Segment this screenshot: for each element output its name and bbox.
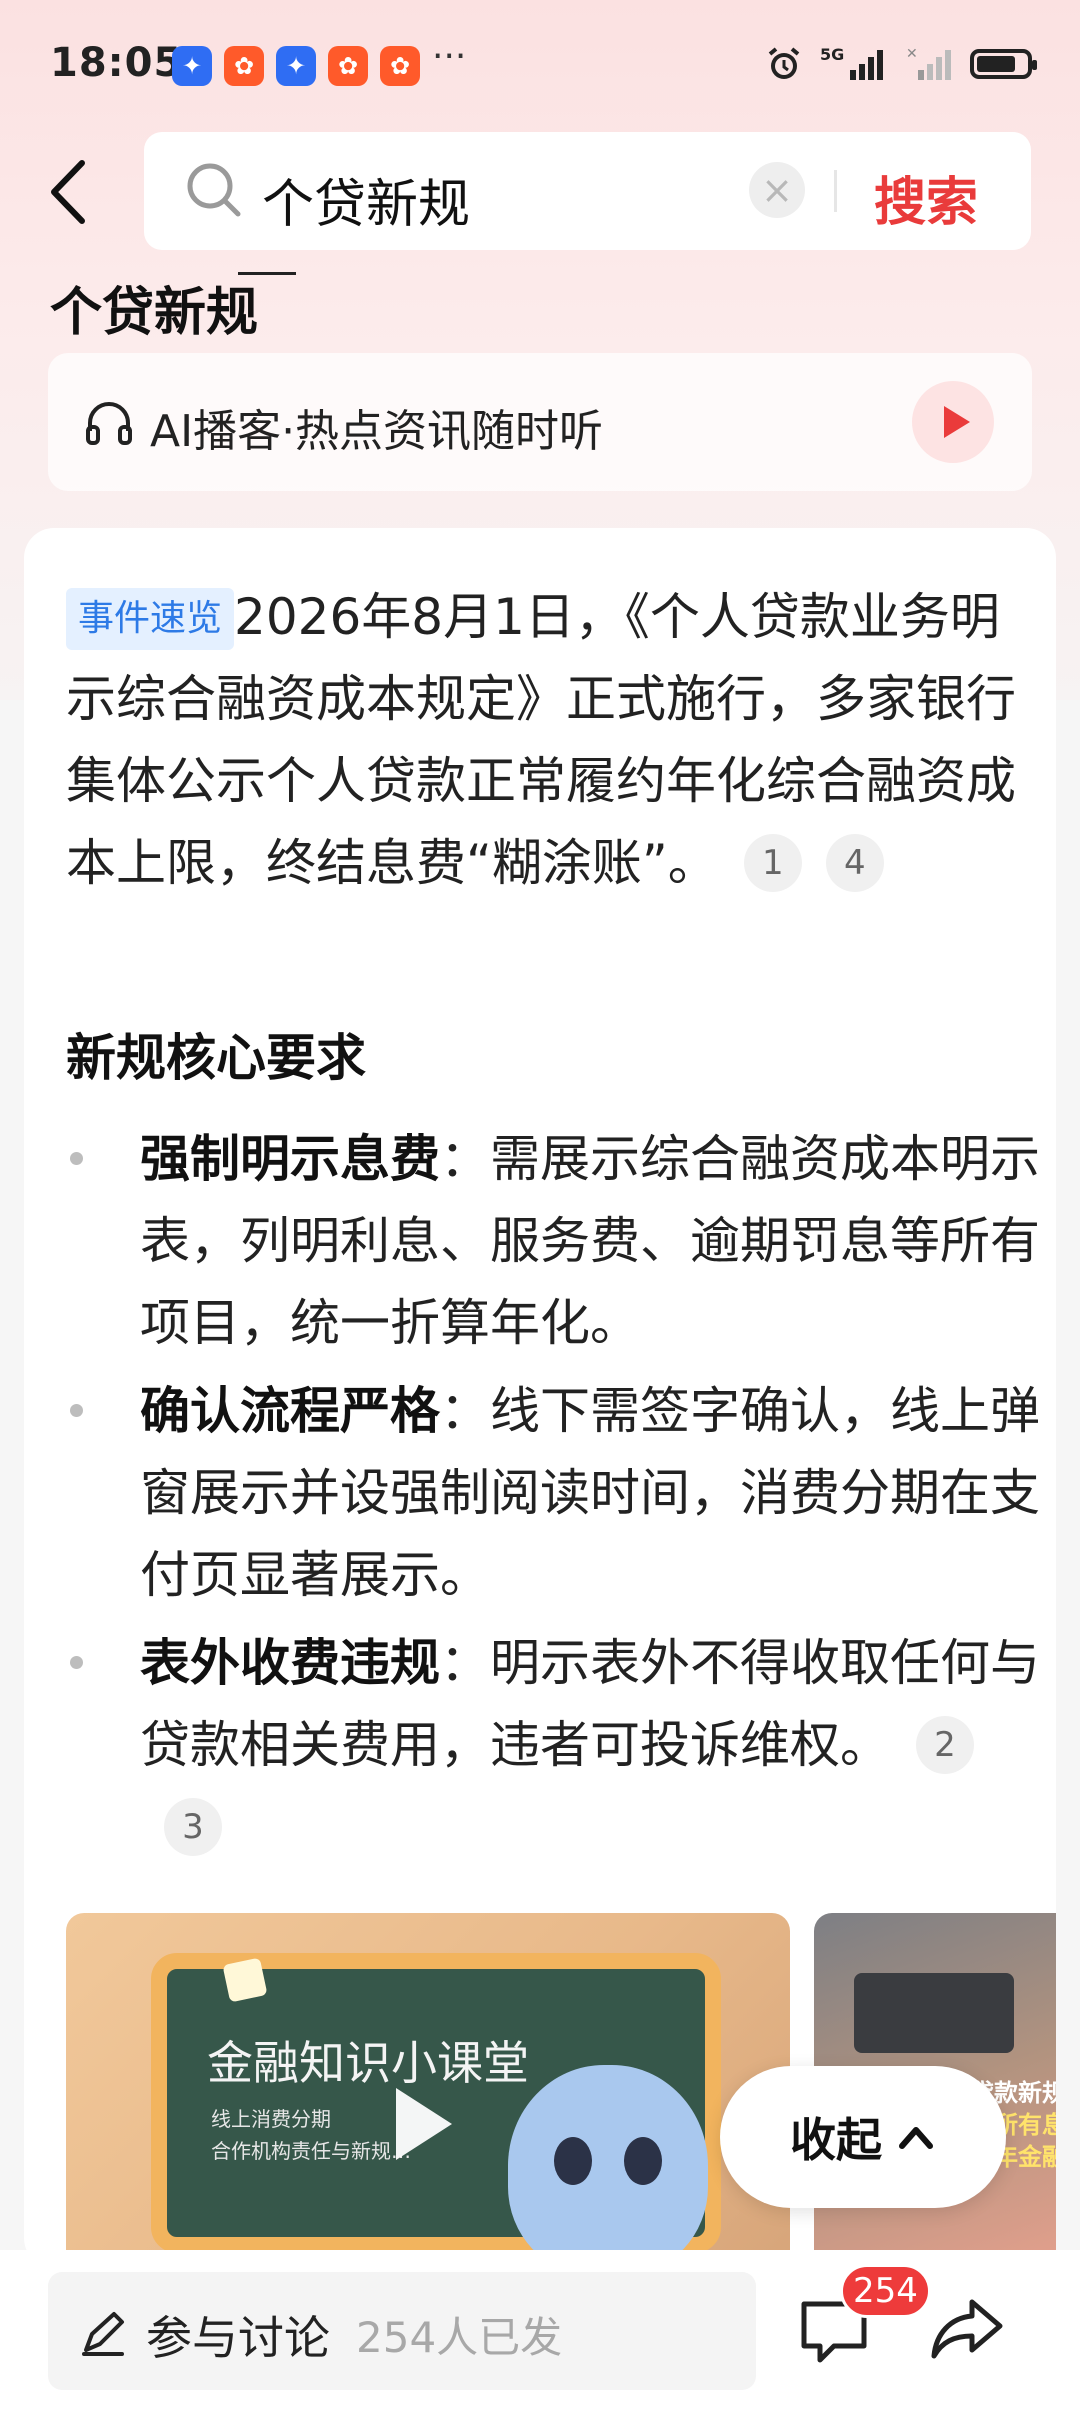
event-overview-tag: 事件速览 xyxy=(66,588,235,650)
status-time: 18:05 xyxy=(50,40,183,86)
item-separator: ： xyxy=(440,1634,490,1692)
item-title: 确认流程严格 xyxy=(140,1382,440,1440)
svg-text:✕: ✕ xyxy=(906,46,918,62)
video-title: 金融知识小课堂 xyxy=(207,2036,529,2090)
bottom-action-bar: 参与讨论 254人已发 254 xyxy=(0,2250,1080,2412)
comment-count-badge: 254 xyxy=(840,2264,931,2318)
svg-text:5G: 5G xyxy=(820,45,844,64)
citation-badge[interactable]: 3 xyxy=(164,1798,222,1856)
battery-level xyxy=(977,56,1015,72)
back-button[interactable] xyxy=(40,155,100,229)
search-bar[interactable]: 个贷新规 × 搜索 xyxy=(144,132,1031,250)
ai-podcast-label: AI播客·热点资讯随时听 xyxy=(150,406,604,457)
search-button[interactable]: 搜索 xyxy=(874,160,978,235)
headphones-icon xyxy=(86,402,132,445)
list-item: 表外收费违规：明示表外不得收取任何与贷款相关费用，违者可投诉维权。 23 xyxy=(66,1622,1041,1868)
item-title: 强制明示息费 xyxy=(140,1130,440,1188)
smiley-sticker-icon xyxy=(222,1957,268,2003)
discuss-label: 参与讨论 xyxy=(146,2311,330,2365)
mascot-eye xyxy=(554,2137,592,2185)
chevron-up-icon xyxy=(899,2127,933,2149)
battery-icon xyxy=(970,49,1037,79)
item-separator: ： xyxy=(440,1382,490,1440)
requirements-list: 强制明示息费：需展示综合融资成本明示表，列明利息、服务费、逾期罚息等所有项目，统… xyxy=(66,1118,1041,1874)
app-orange-icon: ✿ xyxy=(380,46,420,86)
cash-counter-illustration xyxy=(854,1973,1014,2053)
share-icon[interactable] xyxy=(930,2294,1006,2364)
title-underline xyxy=(238,272,296,275)
join-discussion-input[interactable]: 参与讨论 254人已发 xyxy=(48,2272,756,2390)
collapse-label: 收起 xyxy=(790,2113,882,2167)
search-icon xyxy=(187,163,241,217)
clear-search-button[interactable]: × xyxy=(749,162,805,218)
notification-app-icons: ✦ ✿ ✦ ✿ ✿ xyxy=(172,46,420,86)
item-separator: ： xyxy=(440,1130,490,1188)
section-heading: 新规核心要求 xyxy=(66,1029,366,1087)
signal-weak-icon: ✕ xyxy=(906,46,951,80)
citation-badge[interactable]: 4 xyxy=(825,834,884,892)
citation-badge[interactable]: 1 xyxy=(743,834,802,892)
list-item: 强制明示息费：需展示综合融资成本明示表，列明利息、服务费、逾期罚息等所有项目，统… xyxy=(66,1118,1041,1364)
video-subtitle: 合作机构责任与新规… xyxy=(211,2139,411,2163)
more-notifications-icon: ··· xyxy=(432,36,467,77)
page-title: 个贷新规 xyxy=(50,283,259,343)
divider xyxy=(834,170,837,212)
status-bar: 18:05 ✦ ✿ ✦ ✿ ✿ ··· 5G ✕ xyxy=(0,0,1080,135)
event-summary: 事件速览 2026年8月1日，《个人贷款业务明示综合融资成本规定》正式施行，多家银… xyxy=(66,576,1036,904)
mascot-illustration xyxy=(508,2065,708,2268)
video-thumbnail[interactable]: 金融知识小课堂 线上消费分期 合作机构责任与新规… xyxy=(66,1913,790,2268)
video-subtitle: 线上消费分期 xyxy=(211,2107,331,2131)
mascot-eye xyxy=(624,2137,662,2185)
search-input[interactable]: 个贷新规 xyxy=(262,162,470,237)
signal-5g-icon: 5G xyxy=(820,45,883,80)
pen-icon xyxy=(82,2312,124,2356)
app-orange-icon: ✿ xyxy=(224,46,264,86)
collapse-button[interactable]: 收起 xyxy=(720,2066,1006,2208)
item-title: 表外收费违规 xyxy=(140,1634,440,1692)
alarm-icon xyxy=(768,47,800,79)
app-orange-icon: ✿ xyxy=(328,46,368,86)
discuss-count: 254人已发 xyxy=(356,2313,563,2362)
app-blue-icon: ✦ xyxy=(172,46,212,86)
ai-podcast-bar[interactable]: AI播客·热点资讯随时听 xyxy=(48,353,1032,491)
citation-badge[interactable]: 2 xyxy=(916,1716,974,1774)
list-item: 确认流程严格：线下需签字确认，线上弹窗展示并设强制阅读时间，消费分期在支付页显著… xyxy=(66,1370,1041,1616)
back-arrow-icon xyxy=(51,160,85,224)
podcast-play-button[interactable] xyxy=(912,381,994,463)
play-icon xyxy=(944,406,970,438)
app-blue-icon: ✦ xyxy=(276,46,316,86)
ai-summary-card: 事件速览 2026年8月1日，《个人贷款业务明示综合融资成本规定》正式施行，多家银… xyxy=(24,528,1056,2268)
system-icons: 5G ✕ xyxy=(764,44,1037,84)
video-play-icon[interactable] xyxy=(396,2088,452,2160)
close-icon: × xyxy=(761,168,793,212)
